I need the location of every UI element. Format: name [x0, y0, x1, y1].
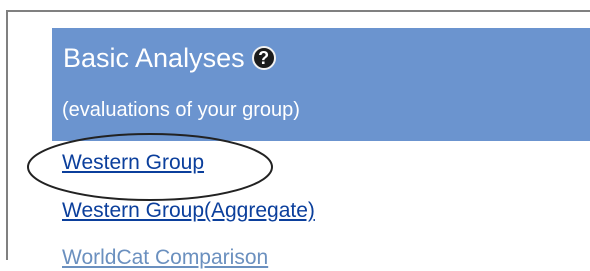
link-western-group-aggregate[interactable]: Western Group(Aggregate) [62, 198, 315, 224]
section-title-text: Basic Analyses [63, 43, 245, 73]
help-icon[interactable]: ? [251, 46, 276, 70]
link-western-group[interactable]: Western Group [62, 150, 204, 176]
section-title: Basic Analyses ? [63, 40, 276, 76]
link-worldcat-comparison[interactable]: WorldCat Comparison [62, 245, 268, 271]
section-subtitle: (evaluations of your group) [62, 99, 300, 121]
